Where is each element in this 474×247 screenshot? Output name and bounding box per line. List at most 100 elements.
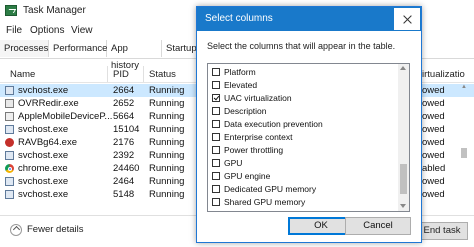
column-divider[interactable] bbox=[143, 66, 144, 82]
checkbox[interactable] bbox=[212, 198, 220, 206]
svchost-icon bbox=[5, 125, 14, 134]
process-uac: owed bbox=[422, 150, 445, 161]
process-uac: owed bbox=[422, 189, 445, 200]
process-pid: 2664 bbox=[113, 85, 135, 96]
process-list-scrollbar[interactable]: ▲ bbox=[460, 84, 468, 204]
select-columns-dialog: Select columns Select the columns that w… bbox=[196, 6, 422, 243]
column-option-label: Platform bbox=[224, 67, 256, 77]
cancel-button[interactable]: Cancel bbox=[345, 217, 411, 235]
process-pid: 5148 bbox=[113, 189, 135, 200]
window-title: Task Manager bbox=[23, 5, 86, 16]
dialog-titlebar: Select columns bbox=[197, 7, 421, 31]
process-pid: 2652 bbox=[113, 98, 135, 109]
process-name: svchost.exe bbox=[18, 189, 69, 200]
checkbox[interactable] bbox=[212, 159, 220, 167]
process-name: RAVBg64.exe bbox=[18, 137, 77, 148]
process-status: Running bbox=[149, 124, 185, 135]
column-option-dedicated-gpu-memory[interactable]: Dedicated GPU memory bbox=[208, 183, 398, 195]
ravbg-icon bbox=[5, 138, 14, 147]
process-name: svchost.exe bbox=[18, 150, 69, 161]
process-status: Running bbox=[149, 150, 185, 161]
column-header-status[interactable]: Status bbox=[149, 69, 176, 80]
checkbox[interactable] bbox=[212, 120, 220, 128]
svchost-icon bbox=[5, 151, 14, 160]
scroll-up-arrow-icon[interactable]: ▲ bbox=[461, 84, 467, 90]
process-status: Running bbox=[149, 189, 185, 200]
column-option-label: Shared GPU memory bbox=[224, 197, 306, 207]
process-status: Running bbox=[149, 137, 185, 148]
svchost-icon bbox=[5, 177, 14, 186]
scroll-up-arrow-icon[interactable] bbox=[400, 66, 406, 70]
process-status: Running bbox=[149, 98, 185, 109]
tab-performance[interactable]: Performance bbox=[49, 40, 107, 57]
end-task-button[interactable]: End task bbox=[416, 222, 468, 240]
svchost-icon bbox=[5, 190, 14, 199]
column-header-name[interactable]: Name bbox=[10, 69, 35, 80]
menu-options[interactable]: Options bbox=[30, 25, 64, 36]
scrollbar-thumb[interactable] bbox=[400, 164, 407, 194]
process-name: svchost.exe bbox=[18, 124, 69, 135]
column-option-elevated[interactable]: Elevated bbox=[208, 79, 398, 91]
checklist-scrollbar[interactable] bbox=[398, 64, 409, 211]
fewer-details-label: Fewer details bbox=[27, 224, 84, 235]
task-manager-icon bbox=[5, 5, 17, 16]
column-header-uac-virtualization[interactable]: irtualizatio bbox=[422, 69, 465, 80]
checkbox[interactable] bbox=[212, 68, 220, 76]
process-pid: 15104 bbox=[113, 124, 140, 135]
column-option-data-execution-prevention[interactable]: Data execution prevention bbox=[208, 118, 398, 130]
checkbox[interactable] bbox=[212, 172, 220, 180]
menu-view[interactable]: View bbox=[71, 25, 93, 36]
process-uac: abled bbox=[422, 163, 446, 174]
process-pid: 2392 bbox=[113, 150, 135, 161]
menu-file[interactable]: File bbox=[6, 25, 22, 36]
process-pid: 24460 bbox=[113, 163, 140, 174]
process-uac: owed bbox=[422, 111, 445, 122]
process-name: AppleMobileDeviceP... bbox=[18, 111, 113, 122]
column-option-gpu[interactable]: GPU bbox=[208, 157, 398, 169]
checkbox-checked[interactable] bbox=[212, 94, 220, 102]
column-option-label: Enterprise context bbox=[224, 132, 293, 142]
column-option-enterprise-context[interactable]: Enterprise context bbox=[208, 131, 398, 143]
column-option-description[interactable]: Description bbox=[208, 105, 398, 117]
svchost-icon bbox=[5, 86, 14, 95]
tab-startup[interactable]: Startup bbox=[162, 40, 198, 57]
chrome-icon bbox=[5, 164, 14, 173]
column-option-power-throttling[interactable]: Power throttling bbox=[208, 144, 398, 156]
app-icon bbox=[5, 112, 14, 121]
process-status: Running bbox=[149, 111, 185, 122]
process-name: chrome.exe bbox=[18, 163, 68, 174]
process-status: Running bbox=[149, 85, 185, 96]
process-uac: owed bbox=[422, 85, 445, 96]
column-option-platform[interactable]: Platform bbox=[208, 66, 398, 78]
tab-processes[interactable]: Processes bbox=[0, 40, 49, 57]
tab-app-history[interactable]: App history bbox=[107, 40, 162, 71]
scrollbar-thumb[interactable] bbox=[461, 148, 467, 158]
checkbox[interactable] bbox=[212, 185, 220, 193]
process-name: svchost.exe bbox=[18, 176, 69, 187]
process-name: svchost.exe bbox=[18, 85, 69, 96]
process-uac: owed bbox=[422, 137, 445, 148]
column-option-label: Elevated bbox=[224, 80, 258, 90]
column-option-shared-gpu-memory[interactable]: Shared GPU memory bbox=[208, 196, 398, 208]
process-uac: owed bbox=[422, 98, 445, 109]
column-option-gpu-engine[interactable]: GPU engine bbox=[208, 170, 398, 182]
column-checklist: Platform Elevated UAC virtualization Des… bbox=[207, 63, 410, 212]
app-icon bbox=[5, 99, 14, 108]
checkbox[interactable] bbox=[212, 133, 220, 141]
process-status: Running bbox=[149, 176, 185, 187]
process-status: Running bbox=[149, 163, 185, 174]
column-option-label: UAC virtualization bbox=[224, 93, 292, 103]
checkbox[interactable] bbox=[212, 107, 220, 115]
process-uac: owed bbox=[422, 176, 445, 187]
column-divider[interactable] bbox=[107, 66, 108, 82]
process-pid: 5664 bbox=[113, 111, 135, 122]
column-option-uac-virtualization[interactable]: UAC virtualization bbox=[208, 92, 398, 104]
checkbox[interactable] bbox=[212, 81, 220, 89]
column-option-label: GPU engine bbox=[224, 171, 271, 181]
close-icon[interactable] bbox=[393, 7, 421, 31]
dialog-instruction: Select the columns that will appear in t… bbox=[207, 41, 396, 51]
checkbox[interactable] bbox=[212, 146, 220, 154]
column-option-label: Data execution prevention bbox=[224, 119, 323, 129]
column-header-pid[interactable]: PID bbox=[113, 69, 129, 80]
scroll-down-arrow-icon[interactable] bbox=[400, 204, 406, 208]
